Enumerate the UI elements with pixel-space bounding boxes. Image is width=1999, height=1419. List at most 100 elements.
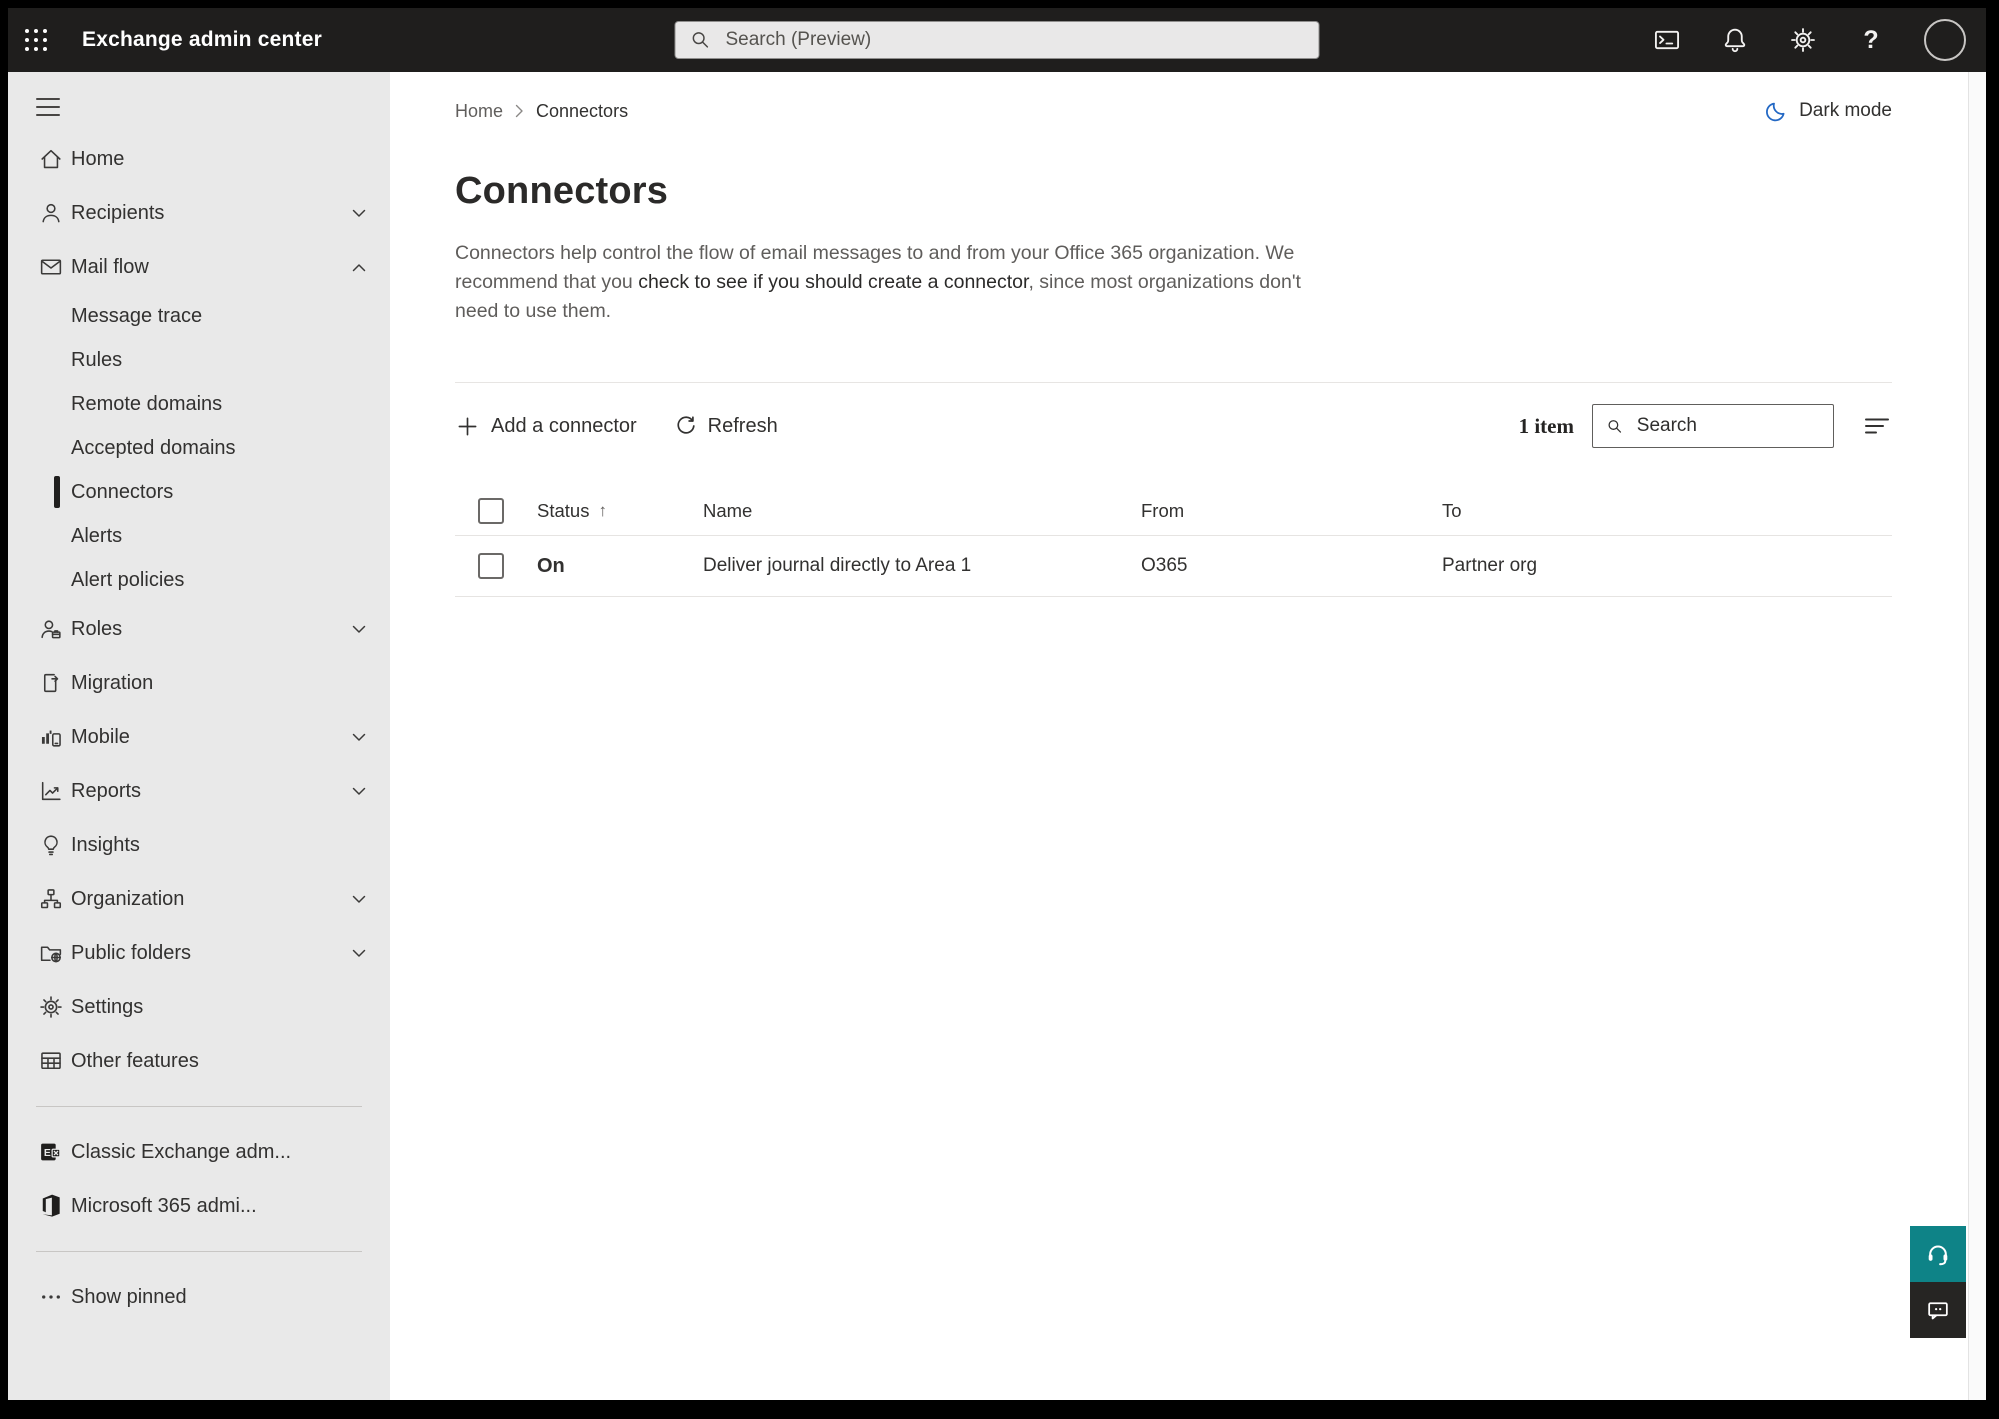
sort-ascending-icon: ↑ <box>598 501 607 520</box>
select-all-checkbox[interactable] <box>478 498 504 524</box>
scrollbar-track[interactable] <box>1968 72 1986 1400</box>
sidebar-item-home[interactable]: Home <box>8 132 390 186</box>
ellipsis-icon <box>38 1284 64 1310</box>
chevron-up-icon <box>352 263 366 271</box>
top-bar: Exchange admin center Search (Preview) ? <box>8 8 1986 72</box>
list-toolbar: Add a connector Refresh 1 item <box>455 382 1892 469</box>
support-button[interactable] <box>1910 1226 1966 1282</box>
bell-icon <box>1724 28 1746 53</box>
main-content: Home Connectors Dark mode Connectors Con… <box>390 72 1968 1400</box>
column-header-status[interactable]: Status ↑ <box>537 500 703 522</box>
search-icon <box>692 32 709 48</box>
row-checkbox[interactable] <box>478 553 504 579</box>
app-window: Exchange admin center Search (Preview) ?… <box>8 8 1986 1400</box>
question-mark-icon: ? <box>1863 25 1879 54</box>
settings-button[interactable] <box>1788 25 1818 55</box>
sidebar-item-insights[interactable]: Insights <box>8 818 390 872</box>
column-header-name[interactable]: Name <box>703 500 1141 522</box>
headset-icon <box>1928 1245 1948 1266</box>
sidebar-item-public-folders[interactable]: Public folders <box>8 926 390 980</box>
column-header-from[interactable]: From <box>1141 500 1442 522</box>
waffle-icon <box>25 29 47 51</box>
sidebar-item-settings[interactable]: Settings <box>8 980 390 1034</box>
sidebar-item-reports[interactable]: Reports <box>8 764 390 818</box>
terminal-icon <box>1654 30 1680 50</box>
row-name: Deliver journal directly to Area 1 <box>703 555 972 576</box>
breadcrumb-current: Connectors <box>536 100 629 121</box>
sidebar-item-mail-flow[interactable]: Mail flow <box>8 240 390 294</box>
sidebar-item-show-pinned[interactable]: Show pinned <box>8 1270 390 1324</box>
sidebar-item-message-trace[interactable]: Message trace <box>8 294 390 338</box>
left-navigation: Home Recipients Mail flow Message trace … <box>8 72 390 1400</box>
mail-icon <box>38 254 64 280</box>
sidebar-item-alerts[interactable]: Alerts <box>8 514 390 558</box>
table-grid-icon <box>38 1048 64 1074</box>
sidebar-item-roles[interactable]: Roles <box>8 602 390 656</box>
table-row[interactable]: On Deliver journal directly to Area 1 O3… <box>455 536 1892 597</box>
sidebar-divider <box>36 1106 362 1107</box>
sidebar-item-recipients[interactable]: Recipients <box>8 186 390 240</box>
sidebar-item-migration[interactable]: Migration <box>8 656 390 710</box>
list-search-input[interactable] <box>1634 414 1820 438</box>
cloud-shell-button[interactable] <box>1652 25 1682 55</box>
row-from: O365 <box>1141 555 1188 576</box>
chevron-down-icon <box>352 949 366 957</box>
mobile-devices-icon <box>38 724 64 750</box>
gear-icon <box>1791 28 1815 52</box>
chevron-down-icon <box>352 787 366 795</box>
item-count: 1 item <box>1518 413 1574 438</box>
breadcrumb-home-link[interactable]: Home <box>455 101 503 122</box>
refresh-button[interactable]: Refresh <box>673 414 778 438</box>
plus-icon <box>458 417 477 435</box>
sidebar-item-microsoft-365-admin[interactable]: Microsoft 365 admi... <box>8 1179 390 1233</box>
sidebar-item-accepted-domains[interactable]: Accepted domains <box>8 426 390 470</box>
sidebar-item-mobile[interactable]: Mobile <box>8 710 390 764</box>
floating-buttons <box>1910 1226 1966 1338</box>
list-search-box[interactable] <box>1592 404 1834 448</box>
account-avatar[interactable] <box>1924 19 1966 61</box>
column-header-to[interactable]: To <box>1442 500 1892 522</box>
moon-icon <box>1766 102 1785 121</box>
dark-mode-toggle[interactable]: Dark mode <box>1764 99 1892 124</box>
page-description: Connectors help control the flow of emai… <box>455 242 1301 322</box>
add-connector-button[interactable]: Add a connector <box>455 414 637 439</box>
svg-text:E: E <box>44 1148 51 1159</box>
chevron-down-icon <box>352 895 366 903</box>
global-search-box[interactable] <box>674 21 1320 59</box>
global-search-input[interactable] <box>723 28 1305 52</box>
sidebar-item-alert-policies[interactable]: Alert policies <box>8 558 390 602</box>
folder-globe-icon <box>38 940 64 966</box>
migration-icon <box>38 670 64 696</box>
exchange-logo-icon: E <box>38 1139 64 1165</box>
create-connector-check-link[interactable]: check to see if you should create a conn… <box>638 271 1028 293</box>
breadcrumb-chevron-icon <box>515 104 523 118</box>
nav-collapse-button[interactable] <box>36 98 60 116</box>
sidebar-item-connectors[interactable]: Connectors <box>8 470 390 514</box>
row-to: Partner org <box>1442 555 1538 576</box>
breadcrumb: Home Connectors <box>455 101 628 122</box>
filter-icon <box>1865 418 1889 434</box>
hamburger-icon <box>36 98 60 100</box>
help-button[interactable]: ? <box>1856 25 1886 55</box>
table-header-row: Status ↑ Name From To <box>455 487 1892 536</box>
notifications-button[interactable] <box>1720 25 1750 55</box>
sidebar-item-organization[interactable]: Organization <box>8 872 390 926</box>
search-icon <box>1608 419 1622 433</box>
app-launcher-button[interactable] <box>8 8 64 72</box>
row-status: On <box>537 554 565 577</box>
sidebar-divider <box>36 1251 362 1252</box>
filter-button[interactable] <box>1862 411 1892 441</box>
sidebar-item-classic-exchange-admin[interactable]: E Classic Exchange adm... <box>8 1125 390 1179</box>
chevron-down-icon <box>352 625 366 633</box>
org-chart-icon <box>38 886 64 912</box>
feedback-button[interactable] <box>1910 1282 1966 1338</box>
app-title: Exchange admin center <box>82 28 322 51</box>
sidebar-item-other-features[interactable]: Other features <box>8 1034 390 1088</box>
chat-bubble-icon <box>1928 1302 1948 1320</box>
sidebar-item-remote-domains[interactable]: Remote domains <box>8 382 390 426</box>
gear-icon <box>38 994 64 1020</box>
office-logo-icon <box>38 1193 64 1219</box>
sidebar-item-rules[interactable]: Rules <box>8 338 390 382</box>
home-icon <box>38 146 64 172</box>
page-title: Connectors <box>455 170 669 212</box>
